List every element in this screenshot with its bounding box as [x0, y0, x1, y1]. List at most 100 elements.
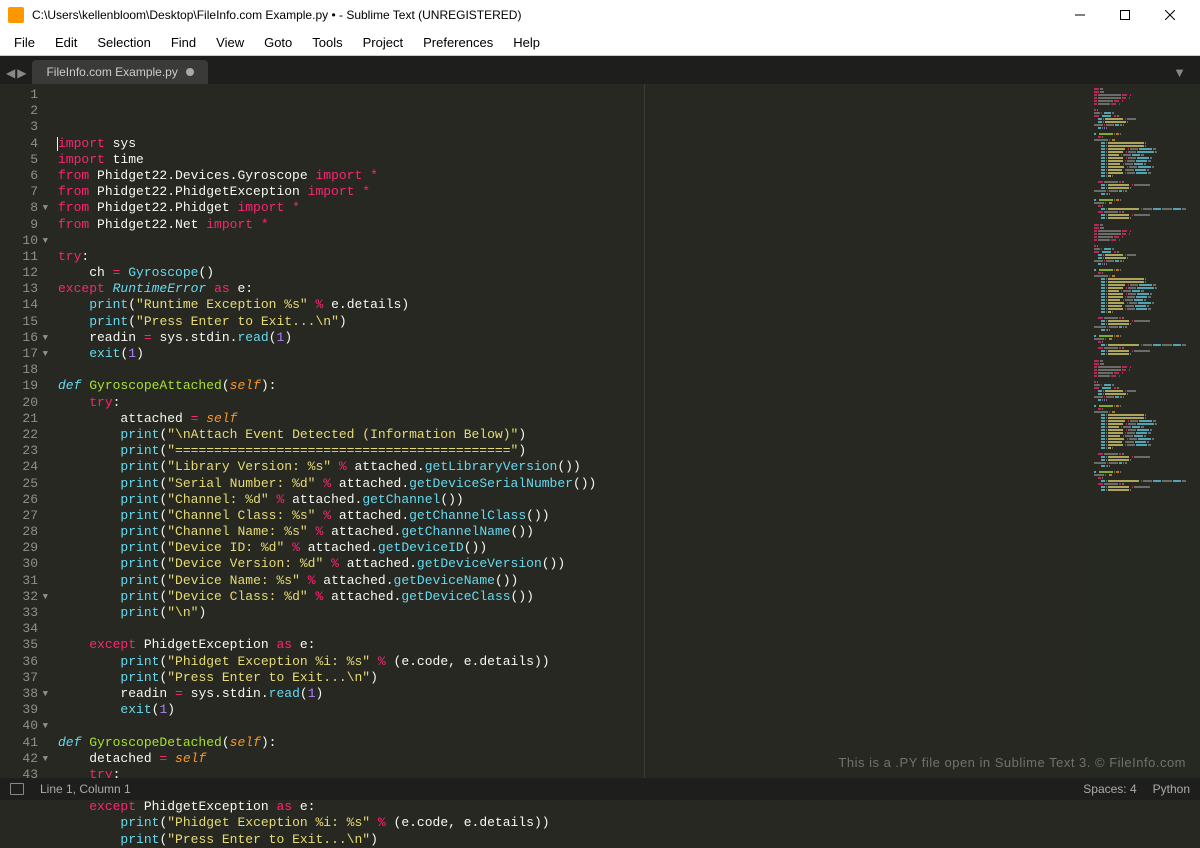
menu-tools[interactable]: Tools [302, 31, 352, 54]
line-number[interactable]: 24 [0, 459, 48, 475]
code-line[interactable]: except RuntimeError as e: [58, 281, 1090, 297]
line-number[interactable]: 36 [0, 654, 48, 670]
code-line[interactable] [58, 233, 1090, 249]
line-number[interactable]: 42▼ [0, 751, 48, 767]
code-line[interactable]: print("Device Class: %d" % attached.getD… [58, 589, 1090, 605]
line-number[interactable]: 32▼ [0, 589, 48, 605]
menu-file[interactable]: File [4, 31, 45, 54]
code-line[interactable]: readin = sys.stdin.read(1) [58, 330, 1090, 346]
fold-icon[interactable]: ▼ [40, 200, 48, 216]
fold-icon[interactable]: ▼ [40, 589, 48, 605]
code-line[interactable] [58, 362, 1090, 378]
tab-file[interactable]: FileInfo.com Example.py [32, 60, 207, 84]
code-line[interactable]: print("Press Enter to Exit...\n") [58, 314, 1090, 330]
line-number[interactable]: 11 [0, 249, 48, 265]
line-number[interactable]: 15 [0, 314, 48, 330]
code-line[interactable]: print("Device ID: %d" % attached.getDevi… [58, 540, 1090, 556]
line-number[interactable]: 25 [0, 476, 48, 492]
status-position[interactable]: Line 1, Column 1 [40, 782, 131, 796]
menu-selection[interactable]: Selection [87, 31, 160, 54]
menu-goto[interactable]: Goto [254, 31, 302, 54]
line-number[interactable]: 29 [0, 540, 48, 556]
fold-icon[interactable]: ▼ [40, 751, 48, 767]
tabs-dropdown-icon[interactable]: ▼ [1165, 61, 1194, 84]
code-line[interactable]: print("Serial Number: %d" % attached.get… [58, 476, 1090, 492]
code-line[interactable]: print("Phidget Exception %i: %s" % (e.co… [58, 815, 1090, 831]
line-number[interactable]: 41 [0, 735, 48, 751]
line-number[interactable]: 21 [0, 411, 48, 427]
code-line[interactable]: exit(1) [58, 346, 1090, 362]
line-number[interactable]: 34 [0, 621, 48, 637]
line-number[interactable]: 38▼ [0, 686, 48, 702]
code-line[interactable]: print("Press Enter to Exit...\n") [58, 670, 1090, 686]
line-number[interactable]: 9 [0, 217, 48, 233]
code-line[interactable]: import time [58, 152, 1090, 168]
gutter[interactable]: 12345678▼910▼111213141516▼17▼18192021222… [0, 84, 52, 778]
code-line[interactable]: print("Press Enter to Exit...\n") [58, 832, 1090, 848]
code-line[interactable]: from Phidget22.Phidget import * [58, 200, 1090, 216]
fold-icon[interactable]: ▼ [40, 718, 48, 734]
line-number[interactable]: 1 [0, 87, 48, 103]
code-line[interactable] [58, 621, 1090, 637]
code-line[interactable]: from Phidget22.Net import * [58, 217, 1090, 233]
line-number[interactable]: 35 [0, 637, 48, 653]
code-line[interactable]: print("\nAttach Event Detected (Informat… [58, 427, 1090, 443]
menu-find[interactable]: Find [161, 31, 206, 54]
code-line[interactable]: from Phidget22.PhidgetException import * [58, 184, 1090, 200]
panel-switch-icon[interactable] [10, 783, 24, 795]
line-number[interactable]: 26 [0, 492, 48, 508]
code-line[interactable]: def GyroscopeDetached(self): [58, 735, 1090, 751]
nav-forward-icon[interactable]: ▶ [17, 66, 26, 80]
code-line[interactable]: print("Runtime Exception %s" % e.details… [58, 297, 1090, 313]
code-line[interactable]: print("Library Version: %s" % attached.g… [58, 459, 1090, 475]
code-line[interactable]: print("\n") [58, 605, 1090, 621]
code-line[interactable]: attached = self [58, 411, 1090, 427]
line-number[interactable]: 30 [0, 556, 48, 572]
line-number[interactable]: 2 [0, 103, 48, 119]
code-line[interactable] [58, 718, 1090, 734]
minimap[interactable] [1090, 84, 1200, 778]
line-number[interactable]: 6 [0, 168, 48, 184]
line-number[interactable]: 5 [0, 152, 48, 168]
status-spaces[interactable]: Spaces: 4 [1083, 782, 1136, 796]
line-number[interactable]: 37 [0, 670, 48, 686]
code-area[interactable]: import sysimport timefrom Phidget22.Devi… [52, 84, 1090, 778]
line-number[interactable]: 39 [0, 702, 48, 718]
line-number[interactable]: 17▼ [0, 346, 48, 362]
line-number[interactable]: 13 [0, 281, 48, 297]
line-number[interactable]: 16▼ [0, 330, 48, 346]
code-line[interactable]: print("Device Name: %s" % attached.getDe… [58, 573, 1090, 589]
code-line[interactable]: print("Device Version: %d" % attached.ge… [58, 556, 1090, 572]
line-number[interactable]: 20 [0, 395, 48, 411]
fold-icon[interactable]: ▼ [40, 686, 48, 702]
code-line[interactable]: ch = Gyroscope() [58, 265, 1090, 281]
line-number[interactable]: 12 [0, 265, 48, 281]
line-number[interactable]: 8▼ [0, 200, 48, 216]
line-number[interactable]: 14 [0, 297, 48, 313]
minimize-button[interactable] [1057, 0, 1102, 30]
code-line[interactable]: except PhidgetException as e: [58, 637, 1090, 653]
fold-icon[interactable]: ▼ [40, 233, 48, 249]
maximize-button[interactable] [1102, 0, 1147, 30]
line-number[interactable]: 19 [0, 378, 48, 394]
line-number[interactable]: 28 [0, 524, 48, 540]
line-number[interactable]: 23 [0, 443, 48, 459]
status-language[interactable]: Python [1153, 782, 1190, 796]
menu-project[interactable]: Project [353, 31, 413, 54]
line-number[interactable]: 10▼ [0, 233, 48, 249]
code-line[interactable]: import sys [58, 136, 1090, 152]
code-line[interactable]: print("Phidget Exception %i: %s" % (e.co… [58, 654, 1090, 670]
fold-icon[interactable]: ▼ [40, 346, 48, 362]
line-number[interactable]: 18 [0, 362, 48, 378]
code-line[interactable]: from Phidget22.Devices.Gyroscope import … [58, 168, 1090, 184]
code-line[interactable]: def GyroscopeAttached(self): [58, 378, 1090, 394]
code-line[interactable]: readin = sys.stdin.read(1) [58, 686, 1090, 702]
line-number[interactable]: 27 [0, 508, 48, 524]
code-line[interactable]: print("Channel Class: %s" % attached.get… [58, 508, 1090, 524]
code-line[interactable]: try: [58, 395, 1090, 411]
line-number[interactable]: 33 [0, 605, 48, 621]
line-number[interactable]: 40▼ [0, 718, 48, 734]
code-line[interactable]: except PhidgetException as e: [58, 799, 1090, 815]
code-line[interactable]: print("=================================… [58, 443, 1090, 459]
line-number[interactable]: 7 [0, 184, 48, 200]
